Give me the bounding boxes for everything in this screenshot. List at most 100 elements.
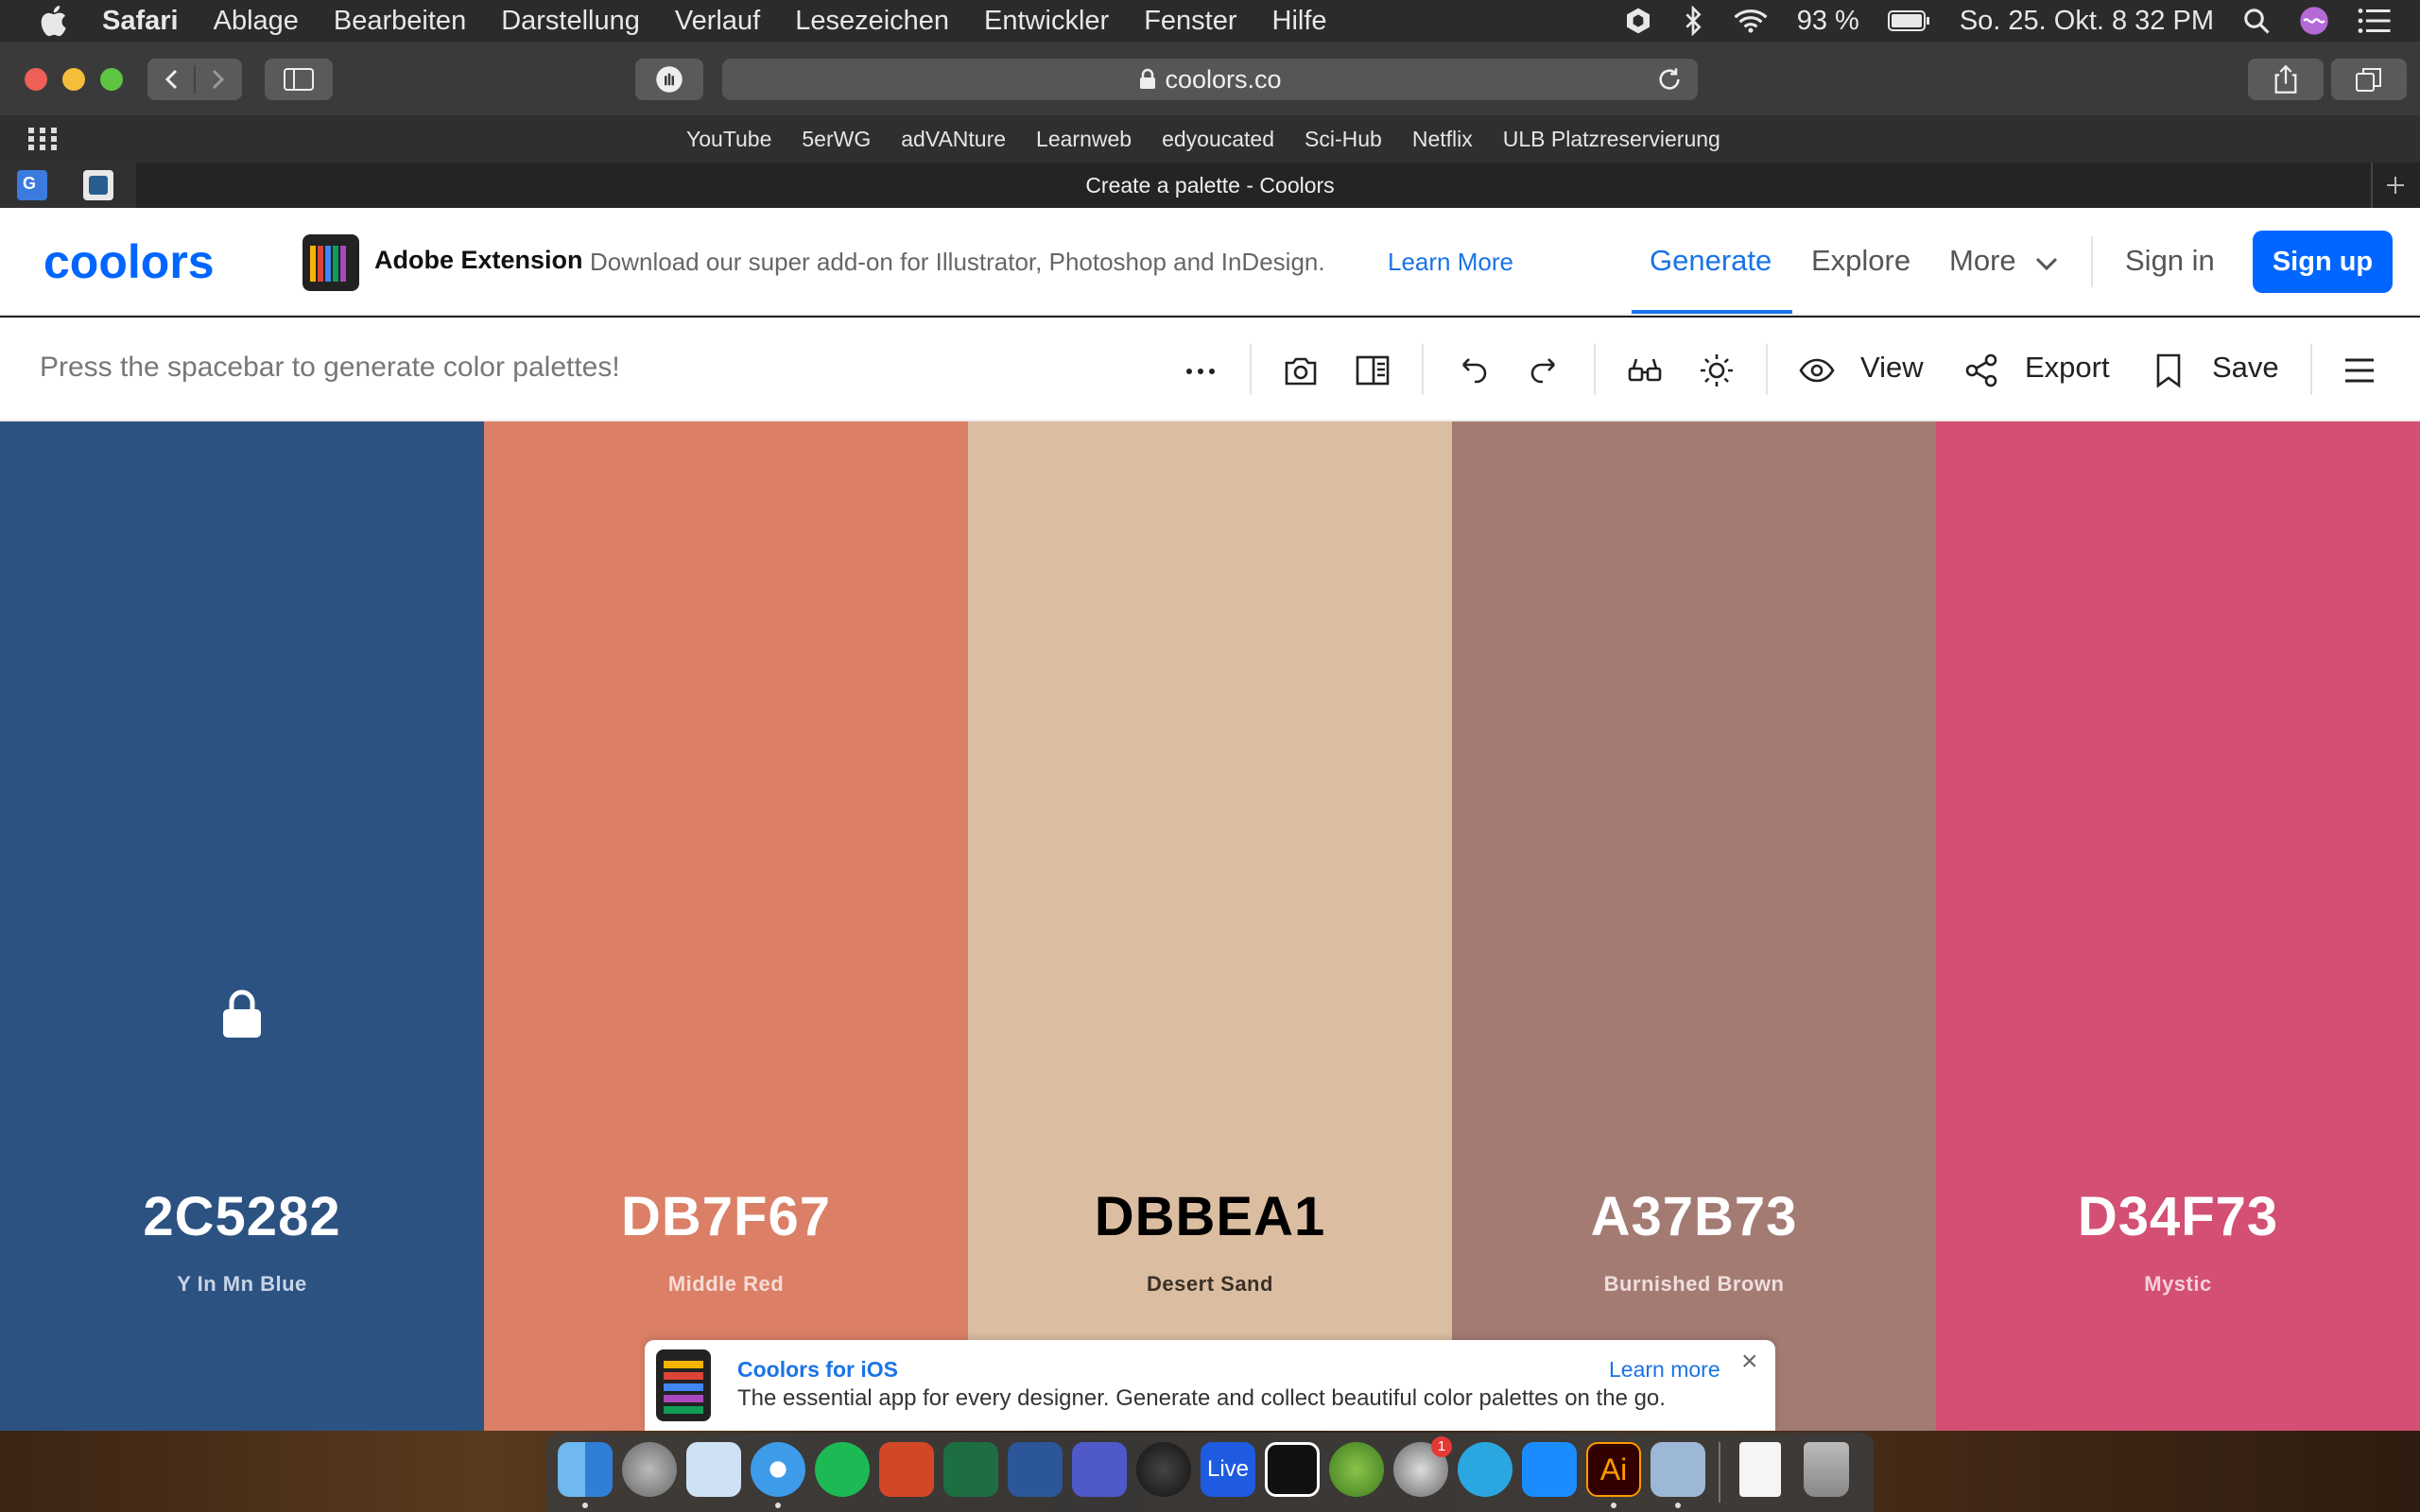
glasses-icon[interactable] [1626,352,1664,389]
menu-ablage[interactable]: Ablage [214,6,299,37]
bookmark-adventure[interactable]: adVANture [901,127,1006,152]
grid-icon[interactable] [28,128,57,150]
back-forward-buttons[interactable] [147,59,242,100]
menu-bar: Safari Ablage Bearbeiten Darstellung Ver… [0,0,2420,42]
launchpad-icon[interactable] [622,1442,677,1497]
close-icon[interactable]: × [1741,1348,1758,1376]
more-options-icon[interactable] [1182,352,1219,389]
finder-icon[interactable] [558,1442,613,1497]
trash-icon[interactable] [1804,1442,1849,1497]
tabs-icon [2356,68,2381,92]
save-button[interactable]: Save [2212,351,2279,385]
color-hex[interactable]: DBBEA1 [968,1185,1452,1248]
menu-darstellung[interactable]: Darstellung [501,6,640,37]
live-icon[interactable]: Live [1201,1442,1255,1497]
coolors-logo[interactable]: coolors [43,236,255,289]
extension-button[interactable] [635,59,703,100]
teams-icon[interactable] [1072,1442,1127,1497]
chevron-down-icon[interactable] [2034,255,2059,272]
color-hex[interactable]: A37B73 [1452,1185,1936,1248]
share-nodes-icon[interactable] [1962,352,2000,389]
learn-more-link[interactable]: Learn More [1388,248,1513,277]
intellij-icon[interactable] [1265,1442,1320,1497]
brightness-icon[interactable] [1698,352,1736,389]
lock-icon [1140,68,1156,89]
banner-learn-more-link[interactable]: Learn more [1609,1357,1720,1383]
banner-title[interactable]: Coolors for iOS [737,1357,898,1383]
document-icon[interactable] [1739,1442,1781,1497]
spotlight-search-icon[interactable] [2242,7,2271,35]
color-swatch[interactable]: D34F73 Mystic [1936,421,2420,1431]
bluetooth-icon[interactable] [1682,6,1704,36]
image-capture-icon[interactable] [1651,1442,1705,1497]
wifi-icon[interactable] [1733,7,1769,35]
bookmarks-bar: YouTube 5erWG adVANture Learnweb edyouca… [0,115,2420,163]
cloud-icon[interactable] [1458,1442,1512,1497]
notification-center-icon[interactable] [2358,8,2392,34]
bookmark-learnweb[interactable]: Learnweb [1036,127,1132,152]
bookmark-icon[interactable] [2150,352,2187,389]
nav-explore[interactable]: Explore [1811,244,1910,278]
eye-icon[interactable] [1798,352,1836,389]
sign-up-button[interactable]: Sign up [2253,231,2393,293]
bookmark-sci-hub[interactable]: Sci-Hub [1305,127,1382,152]
menu-bearbeiten[interactable]: Bearbeiten [334,6,466,37]
apple-icon[interactable] [36,2,74,40]
android-studio-icon[interactable] [1329,1442,1384,1497]
bookmark-edyoucated[interactable]: edyoucated [1162,127,1274,152]
close-window-button[interactable] [25,68,47,91]
nav-generate[interactable]: Generate [1650,244,1772,278]
lock-icon[interactable] [221,988,263,1040]
menu-hilfe[interactable]: Hilfe [1272,6,1327,37]
color-swatch[interactable]: DB7F67 Middle Red [484,421,968,1431]
camera-icon[interactable] [1282,352,1320,389]
menu-fenster[interactable]: Fenster [1144,6,1236,37]
illustrator-icon[interactable]: Ai [1586,1442,1641,1497]
preview-icon[interactable] [686,1442,741,1497]
color-hex[interactable]: DB7F67 [484,1185,968,1248]
color-swatch[interactable]: DBBEA1 Desert Sand [968,421,1452,1431]
menu-entwickler[interactable]: Entwickler [984,6,1109,37]
menu-verlauf[interactable]: Verlauf [675,6,760,37]
undo-icon[interactable] [1454,352,1492,389]
header-divider [2091,236,2093,287]
powerpoint-icon[interactable] [879,1442,934,1497]
nav-more[interactable]: More [1949,244,2016,278]
export-button[interactable]: Export [2025,351,2110,385]
dropbox-icon[interactable] [1623,6,1653,36]
tabs-overview-button[interactable] [2331,59,2407,100]
side-panel-icon[interactable] [1354,352,1392,389]
menu-safari[interactable]: Safari [102,6,179,37]
zoom-window-button[interactable] [100,68,123,91]
share-button[interactable] [2248,59,2324,100]
ios-app-banner: Coolors for iOS The essential app for ev… [645,1340,1775,1431]
bookmark-youtube[interactable]: YouTube [686,127,771,152]
sidebar-toggle-button[interactable] [265,59,333,100]
bookmark-ulb[interactable]: ULB Platzreservierung [1503,127,1720,152]
minimize-window-button[interactable] [62,68,85,91]
sign-in-link[interactable]: Sign in [2125,244,2215,278]
word-icon[interactable] [1008,1442,1063,1497]
redo-icon[interactable] [1526,352,1564,389]
view-button[interactable]: View [1860,351,1924,385]
color-hex[interactable]: D34F73 [1936,1185,2420,1248]
bookmark-5erwg[interactable]: 5erWG [802,127,871,152]
reload-icon[interactable] [1656,66,1683,93]
app-store-icon[interactable] [1522,1442,1577,1497]
active-tab-title[interactable]: Create a palette - Coolors [0,163,2420,208]
battery-icon[interactable] [1887,9,1931,32]
gpg-icon[interactable] [1136,1442,1191,1497]
new-tab-icon[interactable] [2384,174,2407,197]
address-bar[interactable]: coolors.co [722,59,1698,100]
clock[interactable]: So. 25. Okt. 8 32 PM [1960,6,2214,37]
hamburger-menu-icon[interactable] [2341,352,2378,389]
safari-icon[interactable] [751,1442,805,1497]
color-swatch[interactable]: 2C5282 Y In Mn Blue [0,421,484,1431]
menu-lesezeichen[interactable]: Lesezeichen [795,6,949,37]
spotify-icon[interactable] [815,1442,870,1497]
excel-icon[interactable] [943,1442,998,1497]
color-hex[interactable]: 2C5282 [0,1185,484,1248]
bookmark-netflix[interactable]: Netflix [1412,127,1473,152]
color-swatch[interactable]: A37B73 Burnished Brown [1452,421,1936,1431]
siri-icon[interactable] [2299,6,2329,36]
